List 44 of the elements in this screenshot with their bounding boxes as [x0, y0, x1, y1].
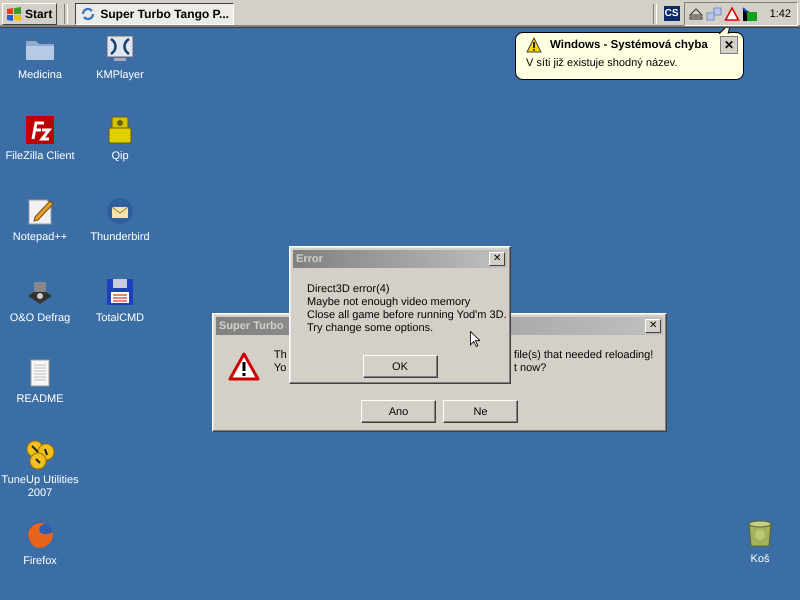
icon-label: Firefox: [23, 555, 57, 568]
icon-label: Koš: [750, 553, 770, 566]
message-text: Close all game before running Yod'm 3D.: [307, 309, 507, 322]
close-button[interactable]: ✕: [645, 319, 661, 333]
icon-label: TuneUp Utilities 2007: [1, 474, 79, 500]
icon-label: Notepad++: [12, 231, 68, 244]
icon-label: KMPlayer: [96, 69, 144, 82]
cursor-icon: [470, 331, 480, 347]
message-text: Maybe not enough video memory: [307, 296, 470, 309]
close-button[interactable]: ✕: [720, 36, 738, 54]
close-button[interactable]: ✕: [489, 252, 505, 266]
icon-label: Qip: [111, 150, 129, 163]
eject-icon[interactable]: [688, 6, 704, 22]
clock[interactable]: 1:42: [770, 8, 791, 20]
taskbar-button[interactable]: Super Turbo Tango P...: [75, 2, 234, 24]
message-text: t now?: [514, 362, 546, 375]
icon-label: Thunderbird: [90, 231, 150, 244]
balloon-title: Windows - Systémová chyba: [550, 39, 709, 51]
icon-label: FileZilla Client: [5, 150, 75, 163]
message-text: Yo: [274, 362, 286, 375]
message-text: Th: [274, 349, 287, 362]
warning-icon[interactable]: [724, 6, 740, 22]
window-title: Super Turbo: [219, 320, 284, 332]
refresh-icon: [80, 6, 96, 22]
icon-label: Medicina: [18, 69, 62, 82]
icon-label: O&O Defrag: [10, 312, 70, 325]
tray-app-icon[interactable]: CS: [664, 6, 680, 21]
warning-icon: [526, 37, 542, 53]
start-button[interactable]: Start: [2, 2, 58, 24]
warning-icon: [228, 351, 260, 383]
icon-label: README: [16, 393, 64, 406]
flag-icon[interactable]: [742, 6, 758, 22]
message-text: Direct3D error(4): [307, 283, 390, 296]
window-title: Error: [296, 253, 323, 265]
floppy-icon[interactable]: [104, 276, 136, 308]
ftp-icon[interactable]: [24, 114, 56, 146]
windows-logo-icon: [6, 6, 22, 22]
dialog-button[interactable]: Ano: [361, 400, 436, 423]
message-text: file(s) that needed reloading!: [514, 349, 654, 362]
ok-button[interactable]: OK: [362, 355, 438, 378]
dialog-button[interactable]: Ne: [443, 400, 518, 423]
balloon-message: V síti již existuje shodný název.: [526, 57, 678, 69]
icon-label: TotalCMD: [96, 312, 144, 325]
message-text: Try change some options.: [307, 322, 434, 335]
